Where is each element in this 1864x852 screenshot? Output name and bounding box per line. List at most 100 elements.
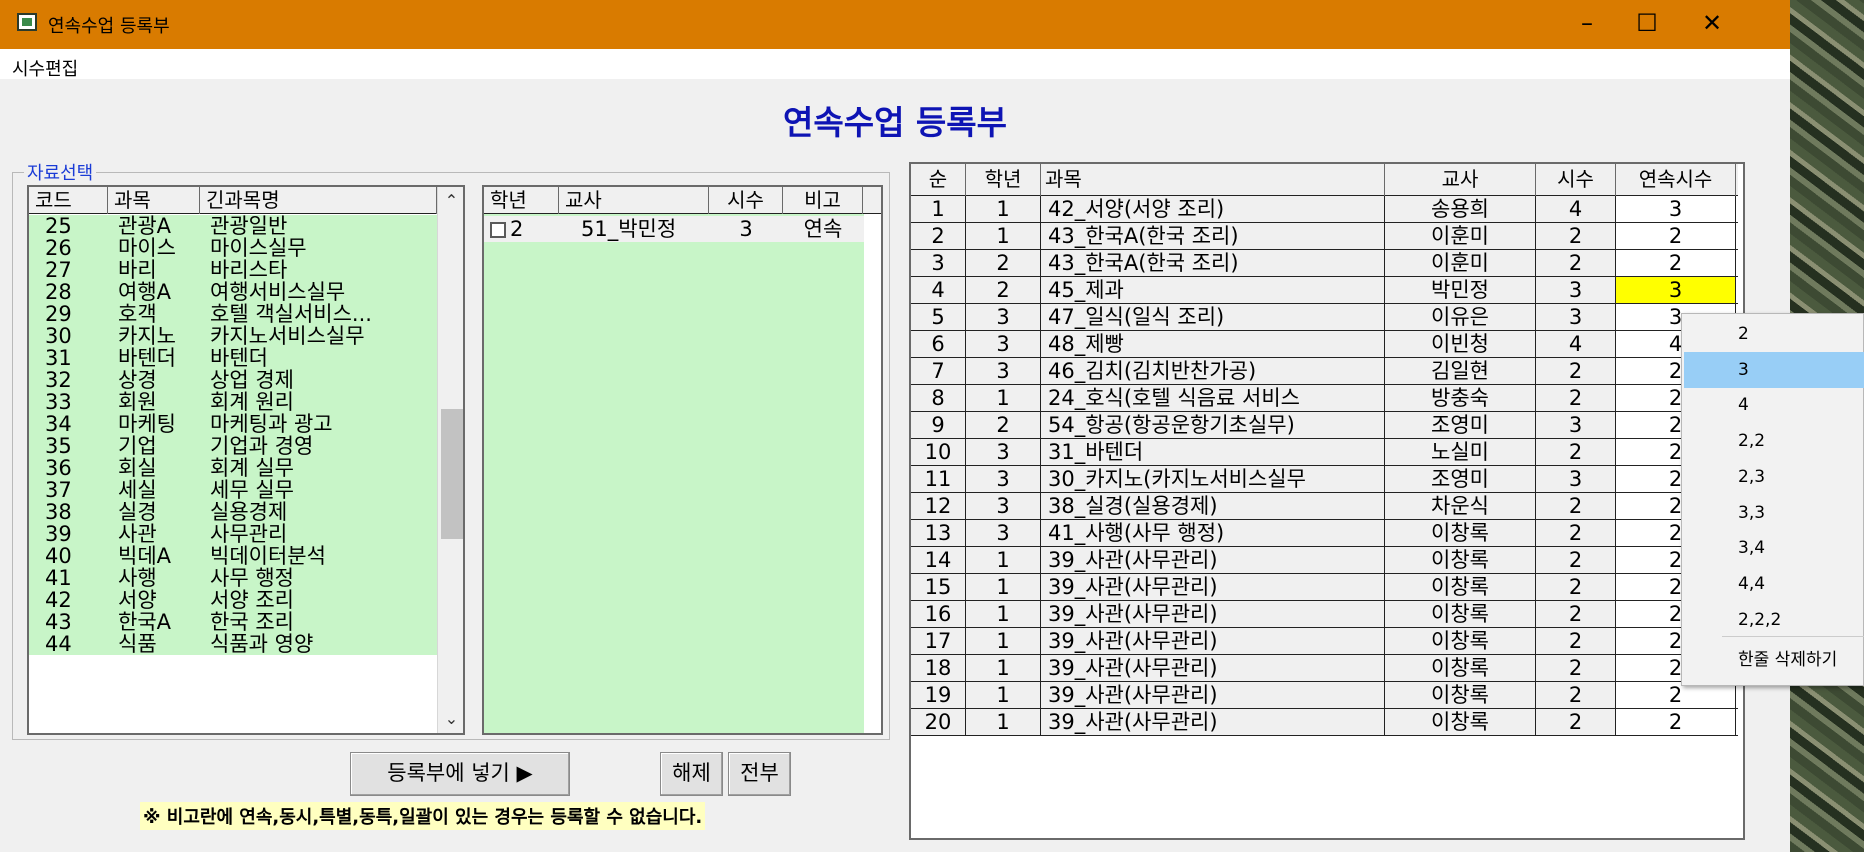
row-code: 39: [45, 523, 72, 545]
row-consecutive-hours[interactable]: 2: [1616, 250, 1736, 276]
col-header-grade[interactable]: 학년: [966, 164, 1041, 196]
scroll-up-icon[interactable]: ▲: [1744, 164, 1745, 192]
row-teacher: 이유은: [1385, 304, 1536, 330]
selected-teacher-grid[interactable]: 학년 교사 시수 비고 2 51_박민정 3 연속: [482, 185, 883, 735]
registry-row[interactable]: 20 1 39_사관(사무관리) 이창록 2 2: [911, 709, 1738, 736]
subject-grid-scrollbar[interactable]: ⌃ ⌄: [437, 187, 463, 733]
menu-item-option[interactable]: 2,2: [1684, 423, 1864, 459]
menu-item-delete-row[interactable]: 한줄 삭제하기: [1684, 642, 1864, 678]
minimize-button[interactable]: –: [1557, 0, 1617, 49]
page-title: 연속수업 등록부: [782, 103, 1007, 142]
registry-row[interactable]: 11 3 30_카지노(카지노서비스실무 조영미 3 2: [911, 466, 1738, 493]
registry-row[interactable]: 1 1 42_서양(서양 조리) 송용희 4 3: [911, 196, 1738, 223]
menu-item-option[interactable]: 3,4: [1684, 530, 1864, 566]
col-header-teacher[interactable]: 교사: [559, 187, 709, 214]
subject-row[interactable]: 38 실경 실용경제: [29, 501, 437, 523]
menu-item-option[interactable]: 3,3: [1684, 495, 1864, 531]
menu-item-option[interactable]: 2: [1684, 316, 1864, 352]
row-consecutive-hours[interactable]: 3: [1616, 196, 1736, 222]
registry-row[interactable]: 16 1 39_사관(사무관리) 이창록 2 2: [911, 601, 1738, 628]
row-grade: 3: [966, 439, 1041, 465]
registry-row[interactable]: 10 3 31_바텐더 노실미 2 2: [911, 439, 1738, 466]
subject-row[interactable]: 42 서양 서양 조리: [29, 589, 437, 611]
registry-row[interactable]: 7 3 46_김치(김치반찬가공) 김일현 2 2: [911, 358, 1738, 385]
col-header-note[interactable]: 비고: [783, 187, 863, 214]
row-code: 32: [45, 369, 72, 391]
row-long-name: 사무 행정: [210, 567, 294, 589]
registry-row[interactable]: 4 2 45_제과 박민정 3 3: [911, 277, 1738, 304]
subject-row[interactable]: 26 마이스 마이스실무: [29, 237, 437, 259]
subject-row[interactable]: 40 빅데A 빅데이터분석: [29, 545, 437, 567]
registry-row[interactable]: 6 3 48_제빵 이빈청 4 4: [911, 331, 1738, 358]
maximize-button[interactable]: ☐: [1617, 0, 1677, 49]
subject-row[interactable]: 33 회원 회계 원리: [29, 391, 437, 413]
subject-row[interactable]: 25 관광A 관광일반: [29, 215, 437, 237]
registry-grid[interactable]: 순 학년 과목 교사 시수 연속시수 1 1 42_서양(서양 조리) 송용희 4 3 2 1…: [909, 162, 1745, 840]
registry-row[interactable]: 18 1 39_사관(사무관리) 이창록 2 2: [911, 655, 1738, 682]
row-code: 36: [45, 457, 72, 479]
subject-row[interactable]: 34 마케팅 마케팅과 광고: [29, 413, 437, 435]
register-button[interactable]: 등록부에 넣기 ▶: [350, 752, 570, 796]
menu-item-option[interactable]: 3: [1684, 351, 1864, 388]
row-consecutive-hours[interactable]: 2: [1616, 709, 1736, 735]
registry-row[interactable]: 3 2 43_한국A(한국 조리) 이훈미 2 2: [911, 250, 1738, 277]
group-label: 자료선택: [24, 159, 97, 185]
row-seq: 2: [911, 223, 966, 249]
col-header-hours[interactable]: 시수: [709, 187, 783, 214]
scroll-up-icon[interactable]: ⌃: [438, 187, 463, 215]
row-checkbox[interactable]: [490, 222, 506, 238]
subject-row[interactable]: 30 카지노 카지노서비스실무: [29, 325, 437, 347]
col-header-seq[interactable]: 순: [911, 164, 966, 196]
subject-row[interactable]: 39 사관 사무관리: [29, 523, 437, 545]
subject-row[interactable]: 44 식품 식품과 영양: [29, 633, 437, 655]
select-all-button[interactable]: 전부: [728, 752, 791, 796]
subject-row[interactable]: 36 회실 회계 실무: [29, 457, 437, 479]
registry-row[interactable]: 2 1 43_한국A(한국 조리) 이훈미 2 2: [911, 223, 1738, 250]
menu-item-option[interactable]: 4,4: [1684, 566, 1864, 602]
registry-row[interactable]: 15 1 39_사관(사무관리) 이창록 2 2: [911, 574, 1738, 601]
subject-row[interactable]: 37 세실 세무 실무: [29, 479, 437, 501]
col-header-long-name[interactable]: 긴과목명: [200, 187, 437, 214]
col-header-subject[interactable]: 과목: [1041, 164, 1385, 196]
col-header-subject[interactable]: 과목: [108, 187, 200, 214]
registry-row[interactable]: 19 1 39_사관(사무관리) 이창록 2 2: [911, 682, 1738, 709]
col-header-grade[interactable]: 학년: [484, 187, 559, 214]
registry-row[interactable]: 17 1 39_사관(사무관리) 이창록 2 2: [911, 628, 1738, 655]
row-consecutive-hours[interactable]: 3: [1616, 277, 1736, 303]
subject-row[interactable]: 32 상경 상업 경제: [29, 369, 437, 391]
col-header-hours[interactable]: 시수: [1536, 164, 1616, 196]
subject-grid[interactable]: 코드 과목 긴과목명 25 관광A 관광일반 26 마이스 마이스실무 27 바리 바리스타 28…: [27, 185, 465, 735]
subject-row[interactable]: 35 기업 기업과 경영: [29, 435, 437, 457]
col-header-teacher[interactable]: 교사: [1385, 164, 1536, 196]
row-long-name: 회계 실무: [210, 457, 294, 479]
subject-row[interactable]: 28 여행A 여행서비스실무: [29, 281, 437, 303]
subject-row[interactable]: 31 바텐더 바텐더: [29, 347, 437, 369]
scroll-down-icon[interactable]: ▼: [1744, 810, 1745, 838]
registry-row[interactable]: 13 3 41_사행(사무 행정) 이창록 2 2: [911, 520, 1738, 547]
row-code: 43: [45, 611, 72, 633]
subject-row[interactable]: 27 바리 바리스타: [29, 259, 437, 281]
col-header-consecutive-hours[interactable]: 연속시수: [1616, 164, 1736, 196]
title-bar[interactable]: 연속수업 등록부 – ☐ ✕: [0, 0, 1790, 49]
close-button[interactable]: ✕: [1682, 0, 1742, 49]
registry-row[interactable]: 12 3 38_실경(실용경제) 차운식 2 2: [911, 493, 1738, 520]
menu-item-option[interactable]: 2,2,2: [1684, 602, 1864, 638]
row-subject: 카지노: [118, 325, 176, 347]
col-header-code[interactable]: 코드: [29, 187, 108, 214]
registry-row[interactable]: 9 2 54_항공(항공운항기초실무) 조영미 3 2: [911, 412, 1738, 439]
row-consecutive-hours[interactable]: 2: [1616, 223, 1736, 249]
menu-item-option[interactable]: 2,3: [1684, 459, 1864, 495]
subject-row[interactable]: 43 한국A 한국 조리: [29, 611, 437, 633]
registry-row[interactable]: 8 1 24_호식(호텔 식음료 서비스 방충숙 2 2: [911, 385, 1738, 412]
menu-item-option[interactable]: 4: [1684, 387, 1864, 423]
scroll-thumb[interactable]: [441, 409, 463, 539]
menu-item-sisu-edit[interactable]: 시수편집: [12, 55, 78, 81]
teacher-row[interactable]: 2 51_박민정 3 연속: [484, 216, 864, 242]
row-seq: 11: [911, 466, 966, 492]
registry-row[interactable]: 14 1 39_사관(사무관리) 이창록 2 2: [911, 547, 1738, 574]
scroll-down-icon[interactable]: ⌄: [438, 705, 463, 733]
release-button[interactable]: 해제: [660, 752, 723, 796]
registry-row[interactable]: 5 3 47_일식(일식 조리) 이유은 3 3: [911, 304, 1738, 331]
subject-row[interactable]: 29 호객 호텔 객실서비스...: [29, 303, 437, 325]
subject-row[interactable]: 41 사행 사무 행정: [29, 567, 437, 589]
